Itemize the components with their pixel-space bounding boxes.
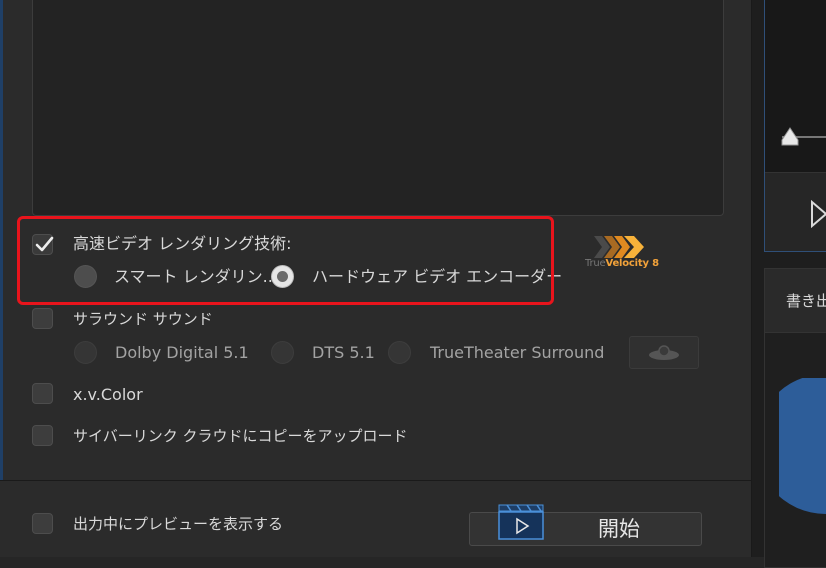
xvcolor-checkbox[interactable] <box>32 383 53 404</box>
surround-label: サラウンド サウンド <box>73 310 213 328</box>
preview-area <box>32 0 724 216</box>
surround-settings-button[interactable] <box>629 336 699 369</box>
cloud-upload-label: サイバーリンク クラウドにコピーをアップロード <box>73 427 408 445</box>
dts-radio[interactable] <box>271 341 294 364</box>
start-button-label: 開始 <box>598 517 640 541</box>
clapperboard-icon <box>498 504 544 540</box>
highlight-annotation <box>17 216 554 305</box>
preview-during-output-checkbox[interactable] <box>32 513 53 534</box>
dolby-radio[interactable] <box>74 341 97 364</box>
true-velocity-text: TrueVelocity 8 <box>585 258 659 269</box>
dts-label: DTS 5.1 <box>312 343 375 362</box>
surround-checkbox[interactable] <box>32 308 53 329</box>
write-out-label: 書き出 <box>786 292 826 310</box>
xvcolor-label: x.v.Color <box>73 385 143 404</box>
speaker-settings-icon <box>649 345 679 360</box>
truetheater-radio[interactable] <box>388 341 411 364</box>
disc-usage-pie-icon <box>779 378 826 515</box>
preview-during-output-label: 出力中にプレビューを表示する <box>73 515 284 533</box>
cloud-upload-checkbox[interactable] <box>32 425 53 446</box>
truetheater-label: TrueTheater Surround <box>430 343 605 362</box>
play-icon[interactable] <box>810 200 826 228</box>
dolby-label: Dolby Digital 5.1 <box>115 343 249 362</box>
timeline-slider-icon[interactable] <box>780 127 800 147</box>
true-velocity-logo <box>594 236 644 258</box>
